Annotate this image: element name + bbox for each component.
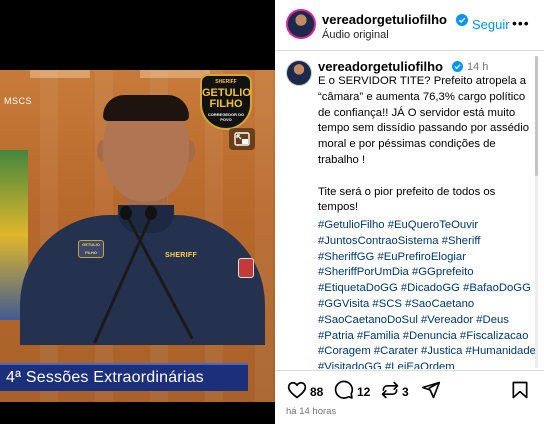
- uniform-chest-text: SHERIFF: [165, 252, 198, 259]
- caption-username[interactable]: vereadorgetuliofilho: [318, 59, 443, 74]
- comment-icon[interactable]: [334, 380, 354, 400]
- actions-divider: [275, 370, 544, 371]
- session-banner: 4ª Sessões Extraordinárias: [0, 363, 248, 391]
- corner-label: MSCS: [4, 96, 33, 106]
- hashtag-list[interactable]: #GetulioFilho #EuQueroTeOuvir #JuntosCon…: [318, 218, 536, 369]
- verified-badge-icon: [452, 61, 463, 72]
- header-divider: [275, 50, 544, 51]
- sheriff-logo-badge: SHERIFF GETULIO FILHO CORREGEDOR DO POVO: [200, 74, 252, 130]
- arm-patch: [238, 258, 254, 278]
- scrollbar-thumb[interactable]: [535, 56, 538, 176]
- share-icon[interactable]: [380, 380, 400, 400]
- post-caption: E o SERVIDOR TITE? Prefeito atropela a “…: [318, 74, 534, 216]
- more-options-icon[interactable]: •••: [512, 15, 530, 31]
- save-bookmark-icon[interactable]: [510, 380, 530, 400]
- author-avatar[interactable]: [286, 9, 316, 39]
- like-count[interactable]: 88: [310, 385, 323, 399]
- caption-paragraph: Tite será o pior prefeito de todos os te…: [318, 185, 496, 214]
- audio-label[interactable]: Áudio original: [322, 29, 389, 41]
- caption-avatar[interactable]: [286, 60, 312, 86]
- video-player[interactable]: MSCS GETULIO FILHO SHERIFF SHERIFF GETUL…: [0, 0, 275, 424]
- instagram-post-modal: MSCS GETULIO FILHO SHERIFF SHERIFF GETUL…: [0, 0, 544, 424]
- follow-button[interactable]: Seguir: [472, 17, 510, 32]
- header-username[interactable]: vereadorgetuliofilho: [322, 12, 447, 27]
- picture-in-picture-icon[interactable]: [229, 128, 255, 150]
- post-timestamp[interactable]: há 14 horas: [286, 406, 336, 417]
- share-count[interactable]: 3: [402, 385, 409, 399]
- comment-count[interactable]: 12: [357, 385, 370, 399]
- caption-paragraph: E o SERVIDOR TITE? Prefeito atropela a “…: [318, 75, 529, 166]
- send-icon[interactable]: [421, 380, 441, 400]
- post-time[interactable]: 14 h: [467, 61, 488, 73]
- verified-badge-icon: [456, 14, 468, 26]
- uniform-patch: GETULIO FILHO: [78, 240, 104, 258]
- like-heart-icon[interactable]: [287, 380, 307, 400]
